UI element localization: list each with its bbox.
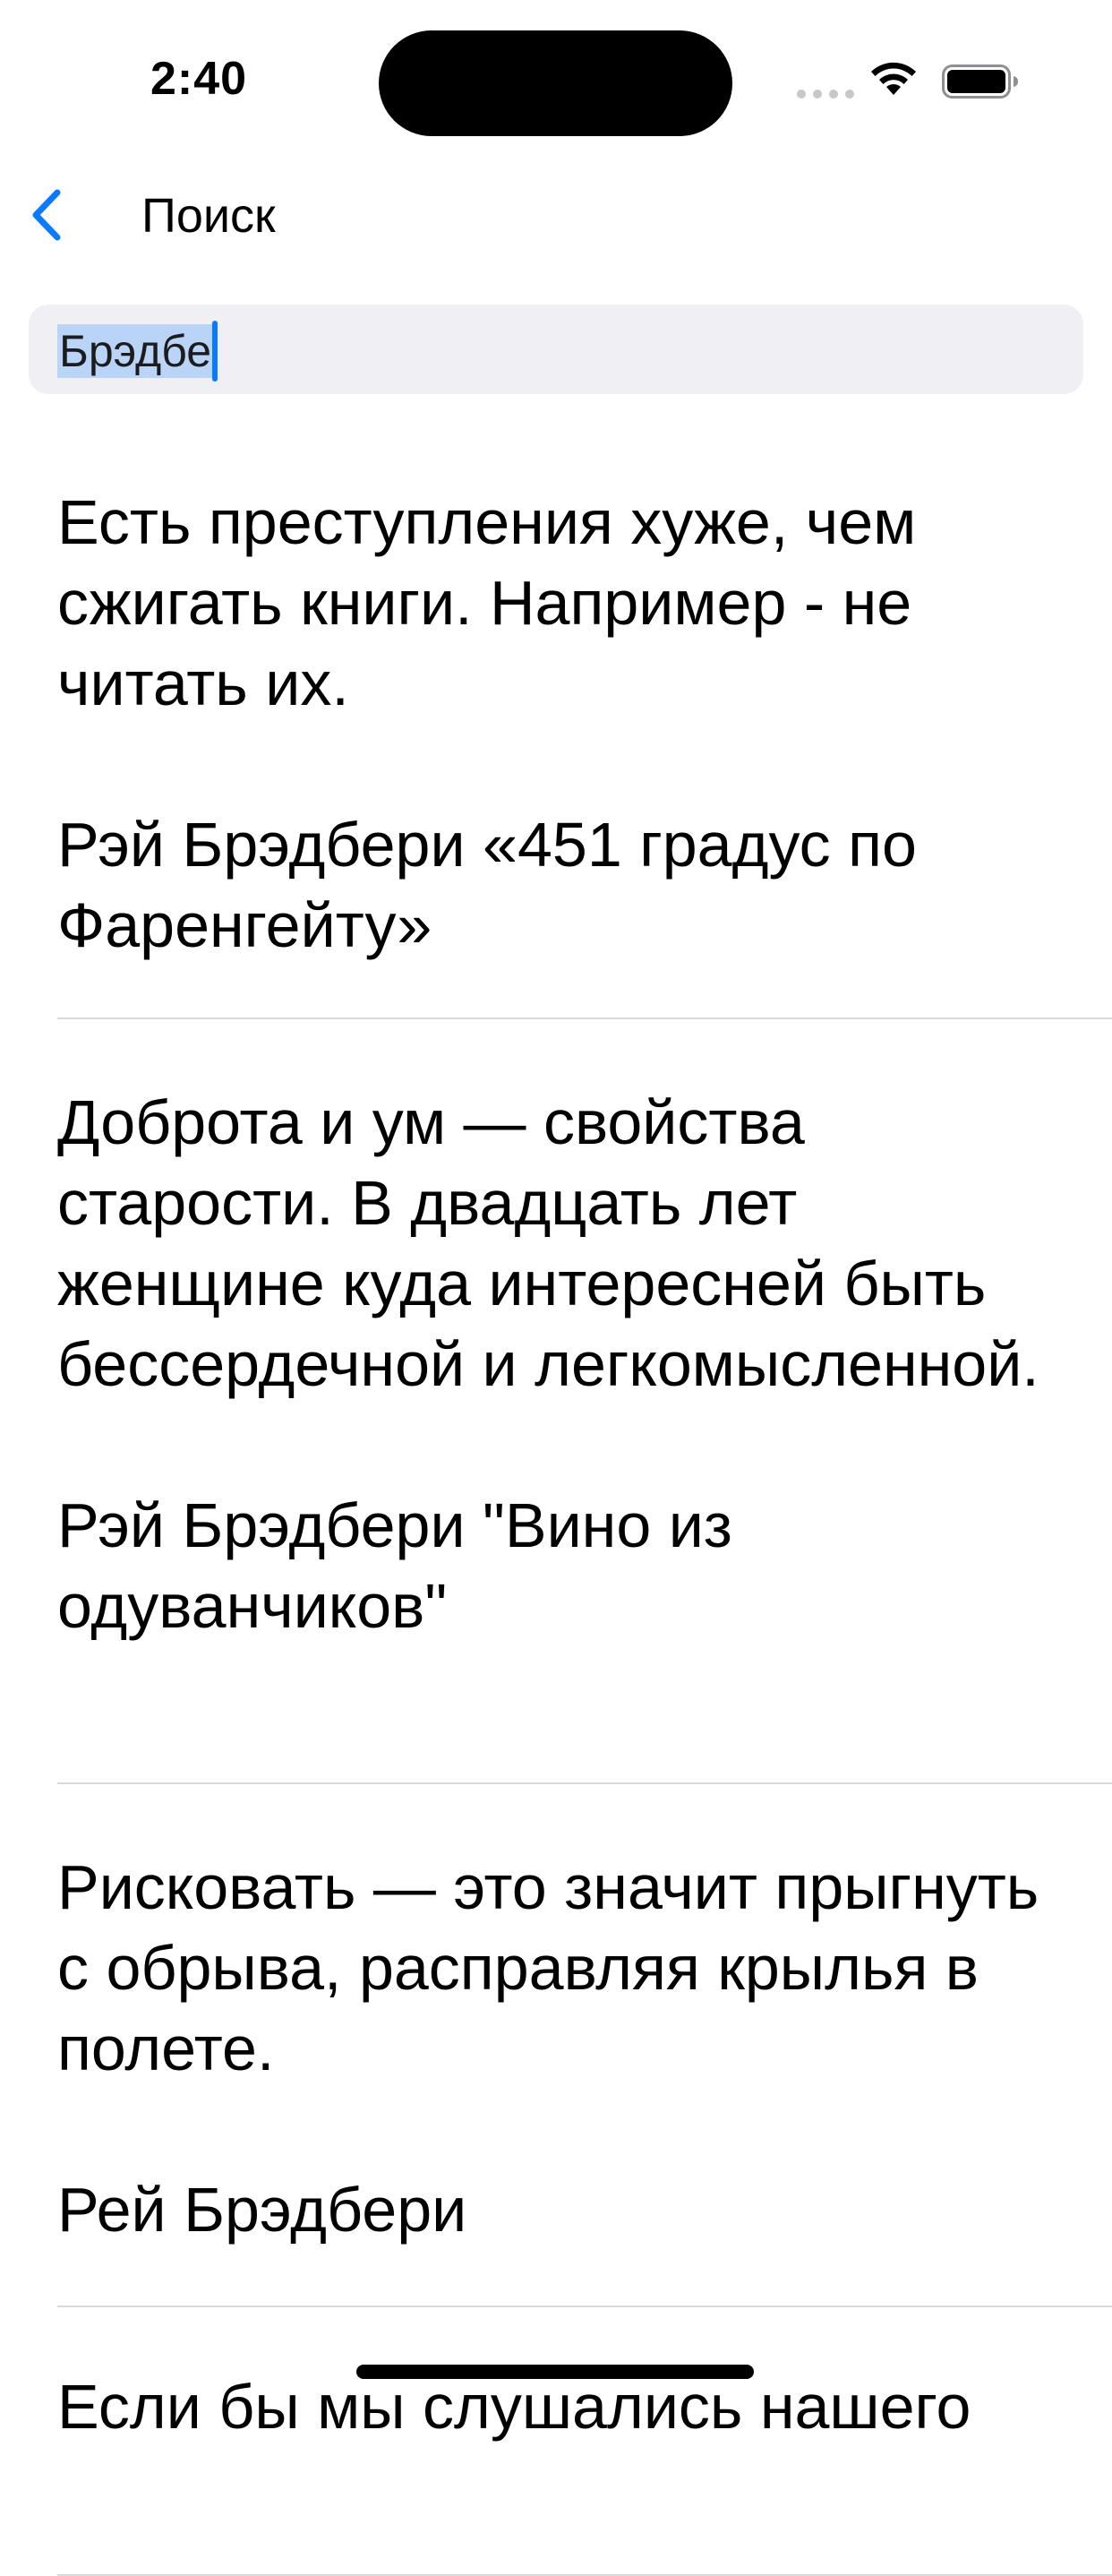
- battery-icon: [942, 64, 1018, 99]
- status-bar: 2:40: [0, 0, 1112, 152]
- quote-author: Рей Брэдбери: [57, 2175, 467, 2245]
- quote-author: Рэй Брэдбери "Вино из одуванчиков": [57, 1490, 732, 1641]
- back-button[interactable]: [20, 183, 73, 247]
- quote-cell[interactable]: Есть преступления хуже, чем сжигать книг…: [0, 448, 1112, 1019]
- quote-cell[interactable]: Рисковать — это значит прыгнуть с обрыва…: [0, 1784, 1112, 2307]
- cellular-signal-icon: [797, 90, 854, 99]
- quote-cell[interactable]: Если бы мы слушались нашего: [0, 2307, 1112, 2576]
- quote-text: Рисковать — это значит прыгнуть с обрыва…: [57, 1852, 1039, 2083]
- home-indicator[interactable]: [356, 2365, 754, 2379]
- quotes-list: Есть преступления хуже, чем сжигать книг…: [0, 448, 1112, 2576]
- dynamic-island: [379, 30, 732, 136]
- status-time: 2:40: [150, 53, 248, 105]
- quote-text: Доброта и ум — свойства старости. В двад…: [57, 1087, 1039, 1399]
- wifi-icon: [871, 62, 916, 95]
- nav-title: Поиск: [141, 189, 276, 243]
- search-input-text: Брэдбе: [59, 326, 212, 376]
- quote-cell[interactable]: Доброта и ум — свойства старости. В двад…: [0, 1019, 1112, 1784]
- navigation-bar: Поиск: [0, 170, 1112, 260]
- search-field[interactable]: Брэдбе: [29, 305, 1083, 394]
- quote-text: Есть преступления хуже, чем сжигать книг…: [57, 487, 917, 718]
- quote-author: Рэй Брэдбери «451 градус по Фаренгейту»: [57, 810, 917, 960]
- search-input-value[interactable]: Брэдбе: [57, 321, 218, 382]
- chevron-left-icon: [32, 189, 61, 241]
- text-cursor: [212, 321, 218, 382]
